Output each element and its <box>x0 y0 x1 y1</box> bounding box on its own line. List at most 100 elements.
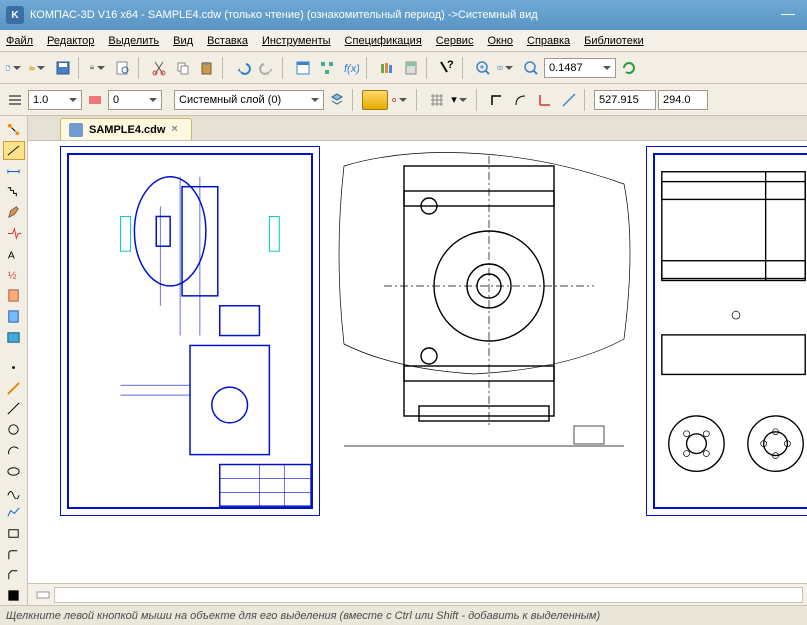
round-button[interactable] <box>510 89 532 111</box>
window-title: КОМПАС-3D V16 x64 - SAMPLE4.cdw (только … <box>30 9 775 21</box>
menu-service[interactable]: Сервис <box>436 35 474 47</box>
coord-y-input[interactable]: 294.0 <box>658 90 708 110</box>
selection-tool[interactable] <box>3 120 25 139</box>
app-logo-icon: K <box>6 6 24 24</box>
command-input[interactable] <box>54 587 803 603</box>
lcs-button[interactable] <box>534 89 556 111</box>
menu-spec[interactable]: Спецификация <box>345 35 422 47</box>
zoom-value-input[interactable]: 0.1487 <box>544 58 616 78</box>
document-tabs: SAMPLE4.cdw × <box>28 116 807 140</box>
copy-button[interactable] <box>172 57 194 79</box>
drawing-canvas[interactable] <box>28 140 807 583</box>
menu-libraries[interactable]: Библиотеки <box>584 35 644 47</box>
construction-tool[interactable] <box>3 586 25 605</box>
status-bar: Щелкните левой кнопкой мыши на объекте д… <box>0 605 807 625</box>
coord-x-input[interactable]: 527.915 <box>594 90 656 110</box>
menu-select[interactable]: Выделить <box>108 35 159 47</box>
ortho-button[interactable] <box>486 89 508 111</box>
zoom-fit-button[interactable] <box>496 57 518 79</box>
ellipse-tool[interactable] <box>3 441 25 460</box>
separator <box>366 57 372 79</box>
separator <box>138 57 144 79</box>
calculator-button[interactable] <box>400 57 422 79</box>
library-manager-button[interactable] <box>376 57 398 79</box>
separator <box>352 89 358 111</box>
grid-button[interactable] <box>426 89 448 111</box>
snap-settings-button[interactable] <box>390 89 412 111</box>
rectangle-tool[interactable] <box>3 503 25 522</box>
menu-help[interactable]: Справка <box>527 35 570 47</box>
undo-button[interactable] <box>232 57 254 79</box>
layer-settings-button[interactable] <box>326 89 348 111</box>
coord-y-value: 294.0 <box>663 94 691 106</box>
svg-text:A: A <box>8 250 15 261</box>
svg-text:f(x): f(x) <box>344 63 359 75</box>
dimensions-tool[interactable] <box>3 162 25 181</box>
circle-tool[interactable] <box>3 399 25 418</box>
drawing-icon <box>69 123 83 137</box>
help-context-button[interactable]: ? <box>436 57 458 79</box>
spline-tool[interactable] <box>3 462 25 481</box>
edit-tool[interactable] <box>3 203 25 222</box>
polyline-tool[interactable] <box>3 482 25 501</box>
zoom-value: 0.1487 <box>549 62 583 74</box>
command-bar-icon <box>32 584 54 606</box>
separator <box>462 57 468 79</box>
refresh-button[interactable] <box>618 57 640 79</box>
separator <box>222 57 228 79</box>
line-style-icon[interactable] <box>4 89 26 111</box>
separator <box>78 57 84 79</box>
layer-index-input[interactable]: 0 <box>108 90 162 110</box>
params-tool[interactable] <box>3 224 25 243</box>
variables-button[interactable]: f(x) <box>340 57 362 79</box>
hatch-tool[interactable] <box>3 565 25 584</box>
menu-view[interactable]: Вид <box>173 35 193 47</box>
title-bar: K КОМПАС-3D V16 x64 - SAMPLE4.cdw (тольк… <box>0 0 807 30</box>
materials-tool[interactable]: ½ <box>3 265 25 284</box>
paste-button[interactable] <box>196 57 218 79</box>
cut-button[interactable] <box>148 57 170 79</box>
layer-index-value: 0 <box>113 94 119 106</box>
zoom-window-button[interactable] <box>520 57 542 79</box>
tab-sample4[interactable]: SAMPLE4.cdw × <box>60 118 192 140</box>
chamfer-tool[interactable] <box>3 545 25 564</box>
close-tab-button[interactable]: × <box>171 124 183 136</box>
menu-edit[interactable]: Редактор <box>47 35 94 47</box>
menu-window[interactable]: Окно <box>487 35 513 47</box>
snap-toggle-button[interactable] <box>362 90 388 110</box>
preview-button[interactable] <box>112 57 134 79</box>
picture-tool[interactable] <box>3 328 25 347</box>
separator <box>476 89 482 111</box>
minimize-button[interactable]: — <box>775 6 801 24</box>
line-width-input[interactable]: 1.0 <box>28 90 82 110</box>
save-button[interactable] <box>52 57 74 79</box>
spec-tool[interactable] <box>3 286 25 305</box>
toolbar-main: f(x) ? 0.1487 <box>0 52 807 84</box>
coord-input-button[interactable] <box>558 89 580 111</box>
print-button[interactable] <box>88 57 110 79</box>
grid-settings-button[interactable]: ▾ <box>450 89 472 111</box>
fillet-tool[interactable] <box>3 524 25 543</box>
zoom-in-button[interactable] <box>472 57 494 79</box>
line-tool[interactable] <box>3 379 25 398</box>
layer-name-combo[interactable]: Системный слой (0) <box>174 90 324 110</box>
menu-tools[interactable]: Инструменты <box>262 35 331 47</box>
command-bar <box>28 583 807 605</box>
redo-button[interactable] <box>256 57 278 79</box>
properties-button[interactable] <box>292 57 314 79</box>
measure-tool[interactable]: A <box>3 245 25 264</box>
new-document-button[interactable] <box>4 57 26 79</box>
arc-tool[interactable] <box>3 420 25 439</box>
tool-panel: A ½ <box>0 116 28 605</box>
menu-file[interactable]: Файл <box>6 35 33 47</box>
tree-button[interactable] <box>316 57 338 79</box>
status-text: Щелкните левой кнопкой мыши на объекте д… <box>6 610 600 622</box>
open-button[interactable] <box>28 57 50 79</box>
menu-insert[interactable]: Вставка <box>207 35 248 47</box>
separator <box>584 89 590 111</box>
geometry-tool[interactable] <box>3 141 25 160</box>
reports-tool[interactable] <box>3 307 25 326</box>
layer-state-icon[interactable] <box>84 89 106 111</box>
designations-tool[interactable] <box>3 182 25 201</box>
point-tool[interactable] <box>3 358 25 377</box>
